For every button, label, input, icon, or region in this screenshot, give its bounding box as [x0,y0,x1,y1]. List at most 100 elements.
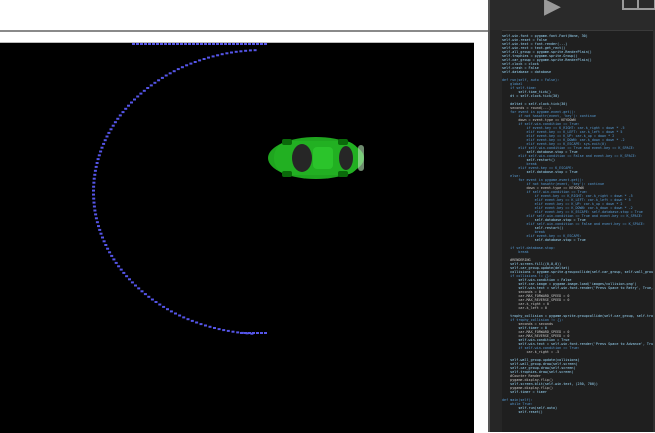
track-dot [125,275,129,278]
track-dot [93,209,97,212]
code-text[interactable]: self.win.font = pygame.font.Font(None, 3… [502,34,655,430]
track-dot [106,247,110,250]
track-dot [160,43,163,45]
track-dot [158,303,162,306]
track-dot [104,244,108,246]
track-dot [172,43,175,45]
code-line: self.reset() [502,410,543,414]
track-dot [236,43,239,45]
track-dot [220,53,224,56]
track-dot [234,50,238,53]
track-dot [189,62,193,65]
track-dot [168,72,172,75]
track-dot [185,64,189,67]
track-dot [92,185,96,188]
track-dot [147,295,151,298]
track-dot [94,165,98,168]
track-dot [230,51,233,54]
game-window[interactable] [0,42,474,433]
track-dot [184,43,187,45]
track-dot [112,258,116,261]
track-dot [240,332,243,334]
track-dot [211,55,215,58]
track-dot [188,43,191,45]
track-dot [99,232,103,235]
track-dot [93,173,97,176]
track-dot [92,201,96,204]
track-dot [190,319,194,322]
track-dot [200,43,203,45]
track-dot [176,68,180,71]
track-dot [207,56,210,59]
track-dot [264,43,267,45]
track-dot [166,308,169,311]
track-dot [252,332,255,334]
track-dot [216,54,220,57]
track-dot [225,52,229,55]
track-dot [154,301,158,303]
track-dot [92,181,96,184]
track-dot [152,43,155,45]
track-dot [216,43,219,45]
track-dot [92,197,96,200]
track-dot [162,305,166,308]
track-dot [113,121,117,124]
track-dot [136,95,140,98]
track-dot [222,329,226,332]
track-dot [252,43,255,45]
track-dot [174,312,177,315]
track-dot [110,254,114,257]
track-dot [198,59,202,62]
track-dot [105,135,109,138]
track-dot [142,89,146,92]
track-dot [244,49,248,52]
track-dot [176,43,179,45]
track-dot [108,251,112,254]
track-dot [94,217,98,220]
track-dot [236,331,240,334]
track-dot [213,327,216,329]
track-dot [156,43,159,45]
track-dot [92,177,96,180]
track-dot [192,43,195,45]
track-dot [256,43,259,45]
track-dot [94,213,98,216]
track-dot [239,50,243,53]
track-dot [228,43,231,45]
track-dot [107,131,111,134]
track-dot [164,74,168,77]
track-dot [134,284,137,287]
line-number-gutter [490,30,502,432]
play-icon[interactable]: ▶ [544,0,561,19]
track-canvas [92,43,364,335]
track-boundary [92,43,267,335]
track-dot [208,325,212,328]
track-dot [240,43,243,45]
track-dot [186,318,190,321]
editor-toolbar: ▶ [490,0,655,31]
track-dot [101,236,104,239]
track-dot [121,111,125,114]
track-dot [148,43,151,45]
track-dot [149,84,153,87]
track-dot [217,328,221,331]
layout-icon[interactable] [622,0,655,10]
track-dot [111,124,115,127]
track-dot [118,114,122,117]
track-dot [92,205,96,208]
track-dot [248,49,252,52]
car-icon [268,137,364,179]
track-dot [146,87,150,89]
track-dot [196,43,199,45]
track-dot [130,101,133,104]
code-editor[interactable]: ▶ self.win.font = pygame.font.Font(None,… [488,0,655,432]
track-dot [195,321,199,324]
track-dot [143,293,147,296]
track-dot [260,43,263,45]
track-dot [153,81,157,84]
track-dot [102,142,106,145]
track-dot [256,332,259,334]
track-dot [137,287,141,290]
track-dot [164,43,167,45]
track-dot [95,162,99,164]
